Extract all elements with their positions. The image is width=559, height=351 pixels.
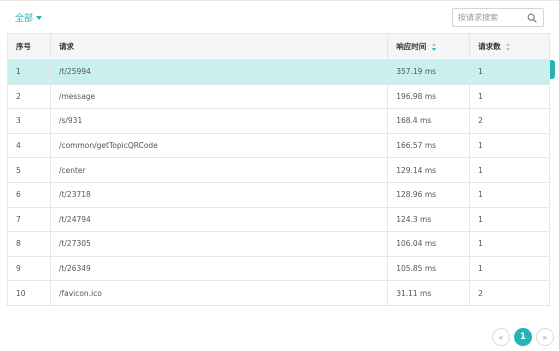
cell-index: 7 [7, 206, 51, 233]
sort-icon[interactable] [506, 42, 511, 52]
request-table: 序号 请求 响应时间 请求数 1 /t/25994 357.19 ms 1 2 … [7, 33, 550, 306]
table-row[interactable]: 6 /t/23718 128.96 ms 1 [7, 181, 550, 208]
cell-index: 5 [7, 157, 51, 183]
cell-request-count: 1 [469, 132, 550, 159]
filter-label: 全部 [15, 14, 34, 24]
cell-request: /t/26349 [49, 255, 389, 282]
cell-index: 4 [7, 132, 51, 159]
sort-icon[interactable] [431, 42, 437, 52]
selected-row-indicator [550, 60, 555, 79]
cell-response-time: 128.96 ms [387, 181, 471, 208]
header-request-count[interactable]: 请求数 [469, 33, 550, 60]
header-request: 请求 [49, 33, 389, 60]
cell-request: /t/24794 [49, 206, 389, 233]
cell-index: 9 [7, 255, 51, 282]
cell-request-count: 2 [469, 280, 550, 306]
table-header-row: 序号 请求 响应时间 请求数 [7, 33, 550, 60]
cell-request-count: 1 [469, 157, 550, 183]
cell-response-time: 166.57 ms [387, 132, 471, 159]
table-row[interactable]: 8 /t/27305 106.04 ms 1 [7, 231, 550, 257]
next-page-button[interactable]: » [536, 328, 554, 346]
cell-response-time: 105.85 ms [387, 255, 471, 282]
table-row[interactable]: 7 /t/24794 124.3 ms 1 [7, 206, 550, 233]
pagination: « 1 » [492, 328, 554, 346]
table-row[interactable]: 3 /s/931 168.4 ms 2 [7, 108, 550, 134]
cell-index: 3 [7, 108, 51, 134]
table-row[interactable]: 2 /message 196.98 ms 1 [7, 83, 550, 110]
cell-request: /s/931 [49, 108, 389, 134]
cell-index: 2 [7, 83, 51, 110]
header-request-count-label: 请求数 [478, 42, 501, 51]
cell-request: /t/23718 [49, 181, 389, 208]
header-response-time-label: 响应时间 [396, 42, 427, 51]
cell-request-count: 1 [469, 255, 550, 282]
cell-index: 6 [7, 181, 51, 208]
cell-request: /message [49, 83, 389, 110]
header-index: 序号 [7, 33, 51, 60]
table-row[interactable]: 5 /center 129.14 ms 1 [7, 157, 550, 183]
cell-request: /favicon.ico [49, 280, 389, 306]
table-row[interactable]: 4 /common/getTopicQRCode 166.57 ms 1 [7, 132, 550, 159]
table-row[interactable]: 1 /t/25994 357.19 ms 1 [7, 59, 550, 85]
filter-dropdown[interactable]: 全部 [15, 11, 43, 24]
cell-request: /center [49, 157, 389, 183]
cell-response-time: 357.19 ms [387, 59, 471, 85]
search-input[interactable] [453, 9, 523, 26]
cell-index: 1 [7, 59, 51, 85]
search-icon[interactable] [527, 13, 537, 23]
cell-request-count: 1 [469, 206, 550, 233]
page-1-button[interactable]: 1 [514, 328, 532, 346]
cell-request: /common/getTopicQRCode [49, 132, 389, 159]
cell-response-time: 124.3 ms [387, 206, 471, 233]
cell-request-count: 1 [469, 181, 550, 208]
table-row[interactable]: 10 /favicon.ico 31.11 ms 2 [7, 280, 550, 306]
cell-response-time: 106.04 ms [387, 231, 471, 257]
cell-response-time: 31.11 ms [387, 280, 471, 306]
toolbar: 全部 [0, 6, 559, 32]
header-response-time[interactable]: 响应时间 [387, 33, 471, 60]
cell-response-time: 196.98 ms [387, 83, 471, 110]
table-row[interactable]: 9 /t/26349 105.85 ms 1 [7, 255, 550, 282]
cell-index: 8 [7, 231, 51, 257]
cell-response-time: 129.14 ms [387, 157, 471, 183]
caret-down-icon [36, 16, 43, 20]
cell-request-count: 1 [469, 231, 550, 257]
cell-index: 10 [7, 280, 51, 306]
cell-request-count: 2 [469, 108, 550, 134]
prev-page-button[interactable]: « [492, 328, 510, 346]
cell-request-count: 1 [469, 59, 550, 85]
search-box [452, 8, 544, 27]
cell-response-time: 168.4 ms [387, 108, 471, 134]
cell-request: /t/27305 [49, 231, 389, 257]
cell-request: /t/25994 [49, 59, 389, 85]
top-divider [0, 0, 559, 1]
cell-request-count: 1 [469, 83, 550, 110]
